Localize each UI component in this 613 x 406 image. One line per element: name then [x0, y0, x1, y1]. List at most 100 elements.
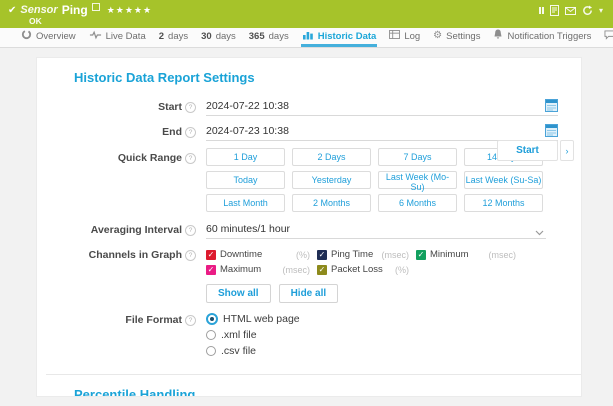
sensor-status: OK [29, 16, 42, 26]
tab-label: Historic Data [318, 31, 377, 42]
channel-unit: (msec) [283, 265, 311, 275]
caret-down-icon[interactable]: ▾ [599, 7, 603, 15]
channel-downtime: ✓ Downtime (%) [206, 249, 310, 260]
radio-icon [206, 330, 216, 340]
tab-comments[interactable]: Comments [603, 28, 613, 47]
channel-checkbox[interactable]: ✓ [416, 250, 426, 260]
tab-overview[interactable]: Overview [20, 28, 77, 47]
tab-notification-triggers[interactable]: Notification Triggers [492, 28, 592, 47]
channel-unit: (%) [296, 250, 310, 260]
info-icon[interactable]: ? [185, 250, 196, 261]
gear-icon: ⚙ [433, 31, 442, 41]
tab-label: Notification Triggers [507, 31, 591, 42]
channel-checkbox[interactable]: ✓ [206, 250, 216, 260]
quick-range-2-months[interactable]: 2 Months [292, 194, 371, 212]
calendar-icon[interactable] [545, 124, 558, 140]
mail-icon[interactable] [565, 7, 576, 15]
tab-label: Log [404, 31, 420, 42]
bell-icon [493, 29, 503, 43]
bar-chart-icon [302, 30, 314, 43]
radio-icon [206, 346, 216, 356]
quick-range-last-week-mo-su[interactable]: Last Week (Mo-Su) [378, 171, 457, 189]
end-row: End? 2024-07-23 10:38 [74, 123, 553, 141]
quick-range-12-months[interactable]: 12 Months [464, 194, 543, 212]
log-table-icon [389, 30, 400, 42]
file-format-xml[interactable]: .xml file [206, 329, 553, 341]
channel-ping-time: ✓ Ping Time (msec) [317, 249, 409, 260]
tab-historic-data[interactable]: Historic Data [301, 28, 378, 47]
radio-selected-icon [206, 313, 218, 325]
quick-range-7-days[interactable]: 7 Days [378, 148, 457, 166]
start-button[interactable]: Start [497, 140, 558, 161]
prtg-window: ✔ Sensor Ping ★★★★★ OK ▾ Overview [0, 0, 613, 406]
file-format-html[interactable]: HTML web page [206, 313, 553, 325]
tab-bar: Overview Live Data 2 days 30 days 365 da… [0, 28, 613, 48]
file-format-csv[interactable]: .csv file [206, 345, 553, 357]
channels-row: Channels in Graph? ✓ Downtime (%) ✓ Ping… [74, 246, 553, 303]
tab-number: 2 [159, 31, 164, 42]
report-icon[interactable] [550, 5, 559, 16]
tab-365-days[interactable]: 365 days [248, 28, 290, 47]
channel-minimum: ✓ Minimum (msec) [416, 249, 516, 260]
channel-grid: ✓ Downtime (%) ✓ Ping Time (msec) ✓ Mini… [206, 249, 553, 275]
sensor-header-bar: ✔ Sensor Ping ★★★★★ OK ▾ [0, 0, 613, 28]
quick-range-2-days[interactable]: 2 Days [292, 148, 371, 166]
quick-range-6-months[interactable]: 6 Months [378, 194, 457, 212]
pause-icon[interactable] [539, 7, 544, 14]
tab-live-data[interactable]: Live Data [88, 28, 147, 47]
hide-all-button[interactable]: Hide all [279, 284, 339, 303]
file-format-label: File Format? [74, 313, 196, 326]
ok-check-icon: ✔ [8, 5, 16, 16]
tab-label: days [168, 31, 188, 42]
start-value: 2024-07-22 10:38 [206, 100, 289, 112]
quick-range-today[interactable]: Today [206, 171, 285, 189]
tab-label: Overview [36, 31, 76, 42]
tab-number: 365 [249, 31, 265, 42]
start-chevron-button[interactable]: › [560, 140, 574, 161]
channel-checkbox[interactable]: ✓ [317, 250, 327, 260]
info-icon[interactable]: ? [185, 153, 196, 164]
radio-label: HTML web page [223, 313, 300, 325]
info-icon[interactable]: ? [185, 315, 196, 326]
tab-30-days[interactable]: 30 days [200, 28, 237, 47]
file-format-row: File Format? HTML web page .xml file .cs… [74, 313, 553, 361]
averaging-interval-select[interactable]: 60 minutes/1 hour [206, 221, 546, 239]
info-icon[interactable]: ? [185, 127, 196, 138]
quick-range-last-week-su-sa[interactable]: Last Week (Su-Sa) [464, 171, 543, 189]
quick-range-yesterday[interactable]: Yesterday [292, 171, 371, 189]
settings-card: Historic Data Report Settings Start? 202… [36, 57, 582, 397]
channel-unit: (msec) [382, 250, 410, 260]
percentile-title: Percentile Handling [74, 387, 553, 397]
start-label: Start? [74, 98, 196, 113]
tab-settings[interactable]: ⚙ Settings [432, 28, 481, 47]
overview-icon [21, 29, 32, 43]
page-body: Historic Data Report Settings Start? 202… [0, 48, 613, 406]
refresh-icon[interactable] [582, 5, 593, 16]
priority-stars[interactable]: ★★★★★ [107, 5, 152, 16]
quick-range-1-day[interactable]: 1 Day [206, 148, 285, 166]
channel-checkbox[interactable]: ✓ [317, 265, 327, 275]
end-value: 2024-07-23 10:38 [206, 125, 289, 137]
sensor-badge-icon [92, 3, 100, 11]
tab-number: 30 [201, 31, 212, 42]
quick-range-row: Quick Range? 1 Day 2 Days 7 Days 14 Days… [74, 148, 553, 212]
channel-name: Packet Loss [331, 264, 383, 275]
header-action-icons: ▾ [539, 5, 603, 16]
start-input[interactable]: 2024-07-22 10:38 [206, 98, 558, 116]
averaging-interval-label: Averaging Interval? [74, 221, 196, 236]
quick-range-last-month[interactable]: Last Month [206, 194, 285, 212]
info-icon[interactable]: ? [185, 102, 196, 113]
end-input[interactable]: 2024-07-23 10:38 [206, 123, 558, 141]
calendar-icon[interactable] [545, 99, 558, 115]
show-all-button[interactable]: Show all [206, 284, 271, 303]
tab-2-days[interactable]: 2 days [158, 28, 189, 47]
averaging-interval-row: Averaging Interval? 60 minutes/1 hour [74, 221, 553, 239]
start-action-group: Start › [497, 140, 574, 161]
channel-name: Downtime [220, 249, 262, 260]
channel-checkbox[interactable]: ✓ [206, 265, 216, 275]
tab-log[interactable]: Log [388, 28, 421, 47]
section-divider [46, 374, 581, 375]
info-icon[interactable]: ? [185, 225, 196, 236]
comment-icon [604, 30, 613, 43]
report-settings-title: Historic Data Report Settings [74, 70, 553, 85]
